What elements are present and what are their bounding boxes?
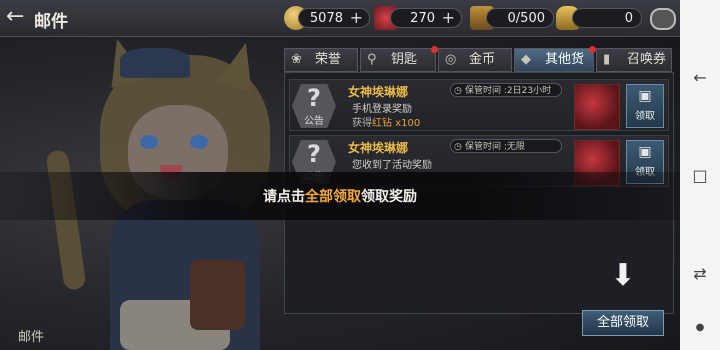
hint-toast: 请点击全部领取领取奖励 <box>0 172 680 220</box>
card-icon: ▮ <box>603 52 611 67</box>
gem-plus-button[interactable]: + <box>442 8 455 28</box>
claim-all-button[interactable]: 全部领取 <box>582 310 664 336</box>
detail-highlight: 红钻 <box>372 118 392 129</box>
honor-icon: ❀ <box>291 52 302 67</box>
notification-dot <box>431 46 438 53</box>
detail-prefix: 获得 <box>352 118 372 129</box>
helmet-value: 0 <box>624 11 633 26</box>
recents-nav-icon[interactable]: ⇄ <box>688 262 712 286</box>
hint-text: 请点击全部领取领取奖励 <box>0 186 680 206</box>
character-eye-right <box>190 135 208 149</box>
keep-time: ◷ 保管时间 :无限 <box>450 139 562 153</box>
home-nav-icon[interactable]: □ <box>688 164 712 188</box>
hint-suffix: 领取奖励 <box>361 189 417 205</box>
mail-tabs: ❀ 荣誉 ⚲ 钥匙 ◎ 金币 ◆ 其他货币 ▮ 召唤券 <box>284 46 672 89</box>
chat-bubble-icon[interactable] <box>650 8 676 30</box>
tab-gold[interactable]: ◎ 金币 <box>438 48 512 72</box>
red-gem-reward-icon <box>574 84 620 130</box>
menu-dot-icon[interactable]: ● <box>688 316 712 340</box>
tab-other-currency[interactable]: ◆ 其他货币 <box>514 46 596 89</box>
claim-label: 领取 <box>635 111 655 122</box>
gold-plus-button[interactable]: + <box>350 8 363 28</box>
game-screen: 邮件 ← 邮件 5078 + 270 + 0/500 0 ❀ 荣誉 ⚲ 钥匙 ◎… <box>0 0 680 350</box>
tab-label: 钥匙 <box>391 52 418 67</box>
clock-icon: ◷ <box>454 86 462 96</box>
character-hat <box>120 48 190 78</box>
gift-icon: ▣ <box>638 88 652 104</box>
gem-value: 270 <box>410 11 435 26</box>
mail-detail: 获得红钻 x100 <box>352 114 420 129</box>
pointer-arrow-icon: ⬇ <box>610 258 636 293</box>
gift-icon: ▣ <box>638 144 652 160</box>
keep-time-label: 保管时间 :无限 <box>465 142 525 152</box>
mail-subject: 您收到了活动奖励 <box>352 160 432 171</box>
back-nav-icon[interactable]: ← <box>688 66 712 90</box>
chest-counter: 0/500 <box>486 8 554 28</box>
tab-honor[interactable]: ❀ 荣誉 <box>284 48 358 72</box>
system-nav-bar: ← □ ⇄ ● <box>680 0 720 350</box>
keep-time: ◷ 保管时间 :2日23小时 <box>450 83 562 97</box>
tab-key[interactable]: ⚲ 钥匙 <box>360 46 438 72</box>
chest-value: 0/500 <box>507 11 545 26</box>
helmet-counter: 0 <box>572 8 642 28</box>
question-mark-icon: ? 公告 <box>292 84 336 128</box>
arrow-left-icon[interactable]: ← <box>6 4 24 29</box>
page-title: 邮件 <box>34 12 68 32</box>
tab-label: 召唤券 <box>627 52 667 67</box>
tab-label: 金币 <box>469 52 496 67</box>
hint-highlight: 全部领取 <box>305 189 361 205</box>
character-bag <box>190 260 245 330</box>
gold-value: 5078 <box>309 11 343 26</box>
mail-sender: 女神埃琳娜 <box>348 85 409 99</box>
key-icon: ⚲ <box>367 52 377 67</box>
mail-subject: 手机登录奖励 <box>352 104 412 115</box>
badge-symbol: ? <box>307 140 321 168</box>
notification-dot <box>589 46 596 53</box>
claim-button[interactable]: ▣ 领取 <box>626 84 664 128</box>
character-tail <box>45 149 87 291</box>
detail-suffix: x100 <box>392 118 421 129</box>
currency-icon: ◆ <box>521 52 531 67</box>
badge-symbol: ? <box>307 84 321 112</box>
keep-time-label: 保管时间 :2日23小时 <box>465 86 552 96</box>
tab-label: 荣誉 <box>315 52 342 67</box>
top-bar: ← 邮件 5078 + 270 + 0/500 0 <box>0 0 680 37</box>
bottom-left-mail-label: 邮件 <box>18 330 45 345</box>
mail-item[interactable]: ? 公告 女神埃琳娜 手机登录奖励 获得红钻 x100 ◷ 保管时间 :2日23小… <box>289 79 669 131</box>
mail-category: 公告 <box>304 116 324 127</box>
gem-counter[interactable]: 270 + <box>390 8 462 28</box>
coin-icon: ◎ <box>445 52 457 67</box>
hint-prefix: 请点击 <box>263 189 305 205</box>
tab-summon-ticket[interactable]: ▮ 召唤券 <box>596 48 672 72</box>
clock-icon: ◷ <box>454 142 462 152</box>
character-eye-left <box>140 135 158 149</box>
gold-counter[interactable]: 5078 + <box>298 8 370 28</box>
mail-sender: 女神埃琳娜 <box>348 141 409 155</box>
